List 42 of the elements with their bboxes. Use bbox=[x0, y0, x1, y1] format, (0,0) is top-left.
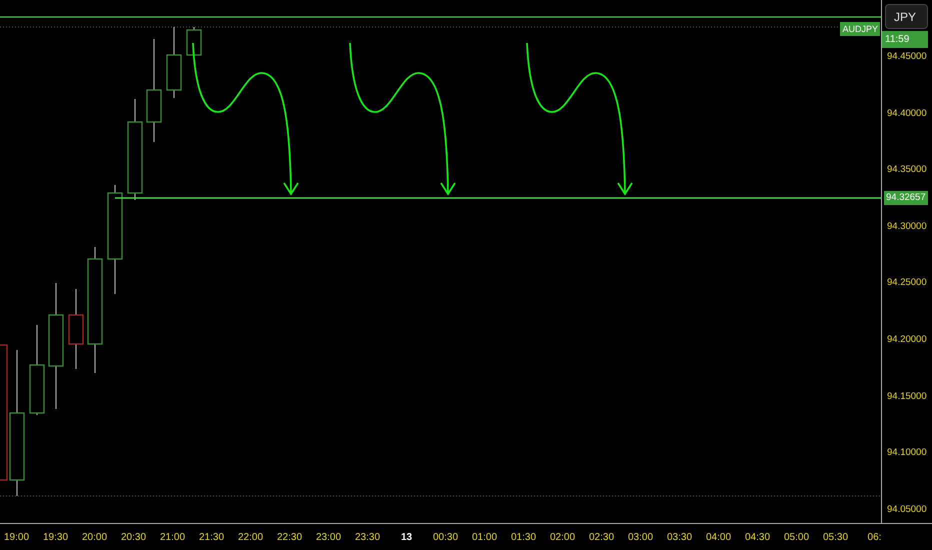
time-label: 13 bbox=[400, 532, 414, 542]
price-label: 94.05000 bbox=[887, 504, 927, 516]
symbol-label: AUDJPY bbox=[840, 22, 880, 36]
time-label: 19:30 bbox=[42, 532, 70, 542]
time-label: 06: bbox=[866, 532, 882, 542]
time-label: 05:00 bbox=[782, 532, 810, 542]
time-label: 22:00 bbox=[236, 532, 264, 542]
time-label: 21:00 bbox=[158, 532, 186, 542]
curved-arrow[interactable] bbox=[526, 42, 633, 196]
price-label: 94.15000 bbox=[887, 390, 927, 403]
time-label: 01:30 bbox=[510, 532, 538, 542]
time-label: 04:00 bbox=[704, 532, 732, 542]
time-label: 23:30 bbox=[354, 532, 382, 542]
time-label: 02:00 bbox=[548, 532, 576, 542]
time-label: 01:00 bbox=[470, 532, 498, 542]
price-label: 94.30000 bbox=[887, 220, 927, 233]
time-label: 23:00 bbox=[314, 532, 342, 542]
horizontal-line[interactable] bbox=[0, 16, 882, 18]
price-label: 94.35000 bbox=[887, 164, 927, 176]
candlestick bbox=[166, 26, 182, 98]
countdown-label: 11:59 bbox=[882, 31, 928, 48]
price-label: 94.20000 bbox=[887, 334, 927, 346]
currency-button[interactable]: JPY bbox=[885, 4, 928, 29]
price-label: 94.25000 bbox=[887, 277, 927, 290]
time-label: 03:30 bbox=[666, 532, 694, 542]
time-label: 00:30 bbox=[432, 532, 460, 542]
time-label: 20:30 bbox=[120, 532, 148, 542]
price-label: 94.40000 bbox=[887, 108, 927, 120]
time-label: 19:00 bbox=[2, 532, 30, 542]
time-label: 05:30 bbox=[822, 532, 850, 542]
time-label: 04:30 bbox=[744, 532, 772, 542]
curved-arrow[interactable] bbox=[192, 42, 299, 196]
time-label: 21:30 bbox=[198, 532, 226, 542]
curved-arrow[interactable] bbox=[349, 42, 456, 196]
time-label: 22:30 bbox=[276, 532, 304, 542]
candlestick bbox=[186, 26, 202, 56]
time-label: 03:00 bbox=[626, 532, 654, 542]
current-price-label: 94.32657 bbox=[884, 191, 928, 205]
time-label: 20:00 bbox=[80, 532, 108, 542]
price-label: 94.10000 bbox=[887, 447, 927, 460]
time-label: 02:30 bbox=[588, 532, 616, 542]
price-label: 94.45000 bbox=[887, 51, 927, 63]
